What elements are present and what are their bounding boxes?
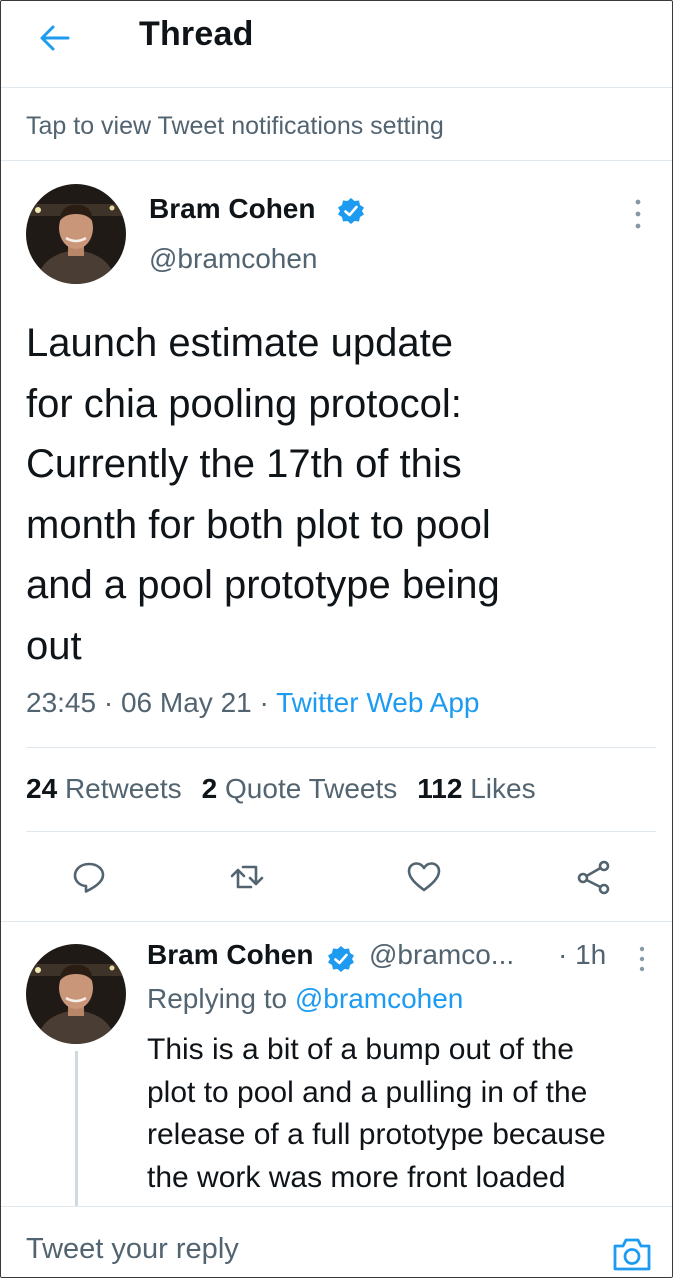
camera-icon[interactable]	[611, 1234, 653, 1274]
verified-badge-icon	[328, 946, 354, 972]
quote-tweets-count: 2	[201, 773, 218, 804]
replying-to-label: Replying to	[147, 983, 288, 1014]
top-bar: Thread	[1, 1, 672, 88]
verified-badge-icon	[338, 198, 364, 224]
avatar-image	[26, 184, 126, 284]
meta-separator: ·	[96, 687, 121, 718]
retweets-count: 24	[26, 773, 58, 804]
reply-timestamp: · 1h	[558, 939, 607, 970]
tweet-date: 06 May 21	[120, 687, 252, 718]
avatar-image	[26, 944, 126, 1044]
retweets-stat[interactable]: 24 Retweets	[26, 773, 182, 804]
quote-tweets-stat[interactable]: 2 Quote Tweets	[202, 773, 398, 804]
likes-stat[interactable]: 112 Likes	[417, 773, 535, 804]
reply-input[interactable]: Tweet your reply	[26, 1233, 239, 1266]
thread-connector-line	[75, 1051, 78, 1206]
arrow-left-icon[interactable]	[37, 23, 73, 53]
reply-compose-bar: Tweet your reply	[1, 1206, 672, 1277]
reply-text: This is a bit of a bump out of the plot …	[147, 1033, 606, 1194]
notification-settings-text: Tap to view Tweet notifications setting	[26, 112, 444, 140]
replying-to-mention[interactable]: @bramcohen	[295, 983, 464, 1014]
more-options-icon[interactable]	[633, 197, 643, 231]
avatar[interactable]	[26, 184, 126, 284]
tweet-stats: 24 Retweets 2 Quote Tweets 112 Likes	[26, 773, 556, 805]
like-icon[interactable]	[406, 859, 442, 895]
notification-settings-banner[interactable]: Tap to view Tweet notifications setting	[1, 88, 672, 161]
replying-to-line: Replying to @bramcohen	[147, 983, 463, 1015]
divider	[26, 831, 656, 832]
page-title: Thread	[139, 15, 254, 53]
divider	[26, 747, 656, 748]
reply-author-name[interactable]: Bram Cohen	[147, 939, 313, 970]
reply-author-handle[interactable]: @bramco...	[369, 939, 514, 971]
author-name[interactable]: Bram Cohen	[149, 193, 315, 225]
likes-count: 112	[417, 773, 463, 804]
reply-icon[interactable]	[71, 859, 107, 895]
tweet-metadata: 23:45 · 06 May 21 · Twitter Web App	[26, 687, 479, 719]
quote-tweets-label: Quote Tweets	[225, 773, 398, 804]
divider	[1, 921, 672, 922]
thread-screen: Thread Tap to view Tweet notifications s…	[0, 0, 673, 1278]
tweet-source-link[interactable]: Twitter Web App	[276, 687, 479, 718]
tweet-text: Launch estimate update for chia pooling …	[26, 321, 500, 668]
share-icon[interactable]	[576, 859, 612, 895]
more-options-icon[interactable]	[637, 945, 647, 979]
retweets-label: Retweets	[64, 773, 182, 804]
reply-avatar[interactable]	[26, 944, 126, 1044]
author-handle[interactable]: @bramcohen	[149, 243, 318, 275]
retweet-icon[interactable]	[229, 859, 265, 895]
meta-separator: ·	[251, 687, 277, 718]
likes-label: Likes	[470, 773, 536, 804]
tweet-time: 23:45	[26, 687, 97, 718]
